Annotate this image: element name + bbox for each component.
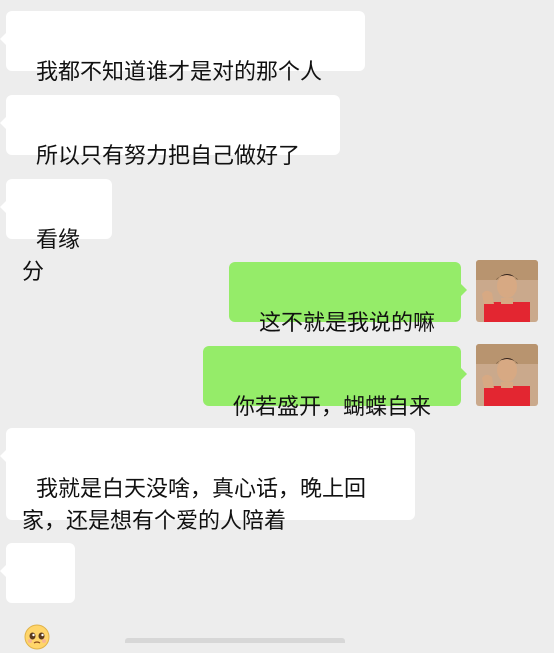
message-bubble-incoming[interactable]: 所以只有努力把自己做好了 [0, 95, 340, 169]
message-text: 我都不知道谁才是对的那个人 [36, 60, 323, 85]
avatar[interactable] [476, 260, 538, 322]
message-bubble-outgoing[interactable]: 这不就是我说的嘛 [229, 262, 467, 336]
bottom-edge-indicator [125, 638, 345, 643]
message-bubble-incoming[interactable] [0, 543, 75, 650]
message-bubble-outgoing[interactable]: 你若盛开，蝴蝶自来 [203, 346, 467, 420]
message-text: 这不就是我说的嘛 [259, 311, 436, 336]
message-bubble-incoming[interactable]: 看缘分 [0, 179, 112, 285]
avatar-photo-icon [476, 260, 538, 322]
message-bubble-incoming[interactable]: 我都不知道谁才是对的那个人 [0, 11, 365, 85]
avatar[interactable] [476, 344, 538, 406]
message-text: 我就是白天没啥，真心话，晚上回 家，还是想有个爱的人陪着 [22, 477, 367, 534]
message-text: 所以只有努力把自己做好了 [36, 144, 301, 169]
message-text: 你若盛开，蝴蝶自来 [233, 395, 432, 420]
message-bubble-incoming[interactable]: 我就是白天没啥，真心话，晚上回 家，还是想有个爱的人陪着 [0, 428, 415, 534]
message-text: 看缘分 [22, 228, 81, 285]
avatar-photo-icon [476, 344, 538, 406]
pleading-face-emoji-icon [24, 624, 50, 650]
